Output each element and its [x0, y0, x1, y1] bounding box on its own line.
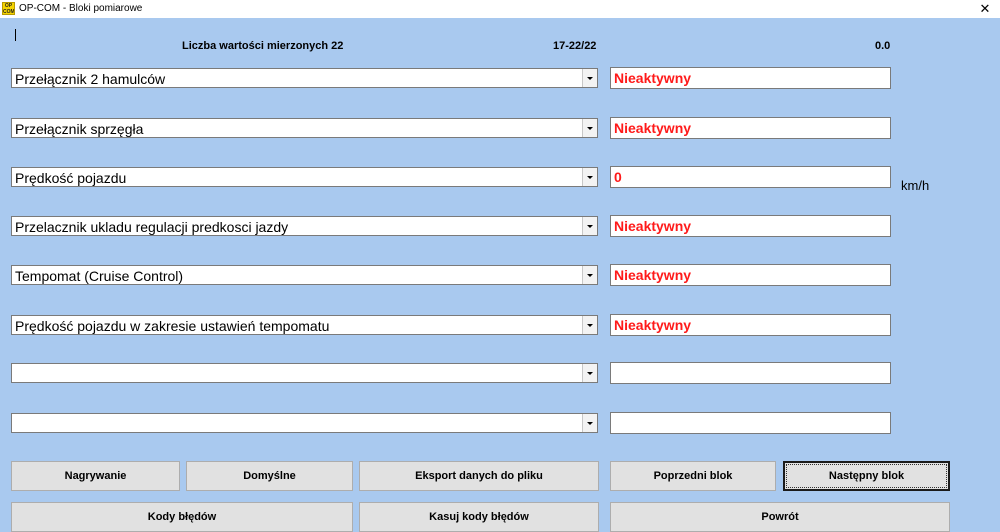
- chevron-down-icon[interactable]: [582, 414, 597, 432]
- value-text: Nieaktywny: [614, 120, 692, 136]
- parameter-select-4[interactable]: Przelacznik ukladu regulacji predkosci j…: [11, 216, 598, 236]
- value-field-5: Nieaktywny: [610, 264, 891, 286]
- chevron-down-icon[interactable]: [582, 168, 597, 186]
- value-field-4: Nieaktywny: [610, 215, 891, 237]
- export-button[interactable]: Eksport danych do pliku: [359, 461, 599, 491]
- error-codes-button[interactable]: Kody błędów: [11, 502, 353, 532]
- value-text: Nieaktywny: [614, 317, 692, 333]
- next-block-button[interactable]: Następny blok: [783, 461, 950, 491]
- unit-label: km/h: [901, 178, 930, 193]
- title-bar: OP COM OP-COM - Bloki pomiarowe ✕: [0, 0, 1000, 18]
- value-field-8: [610, 412, 891, 434]
- chevron-down-icon[interactable]: [582, 316, 597, 334]
- parameter-select-7[interactable]: [11, 363, 598, 383]
- parameter-label: Przelacznik ukladu regulacji predkosci j…: [15, 219, 289, 235]
- parameter-select-2[interactable]: Przełącznik sprzęgła: [11, 118, 598, 138]
- value-field-3: 0: [610, 166, 891, 188]
- prev-block-button[interactable]: Poprzedni blok: [610, 461, 776, 491]
- parameter-select-1[interactable]: Przełącznik 2 hamulców: [11, 68, 598, 88]
- value-text: Nieaktywny: [614, 70, 692, 86]
- chevron-down-icon[interactable]: [582, 217, 597, 235]
- app-logo-icon: OP COM: [2, 2, 15, 15]
- chevron-down-icon[interactable]: [582, 364, 597, 382]
- parameter-label: Prędkość pojazdu w zakresie ustawień tem…: [15, 318, 330, 334]
- chevron-down-icon[interactable]: [582, 119, 597, 137]
- window-title: OP-COM - Bloki pomiarowe: [19, 3, 143, 14]
- value-text: Nieaktywny: [614, 267, 692, 283]
- value-field-2: Nieaktywny: [610, 117, 891, 139]
- parameter-select-8[interactable]: [11, 413, 598, 433]
- time-value-label: 0.0: [875, 40, 891, 52]
- parameter-select-3[interactable]: Prędkość pojazdu: [11, 167, 598, 187]
- parameter-select-6[interactable]: Prędkość pojazdu w zakresie ustawień tem…: [11, 315, 598, 335]
- parameter-label: Przełącznik 2 hamulców: [15, 71, 166, 87]
- defaults-button[interactable]: Domyślne: [186, 461, 353, 491]
- text-cursor: [15, 29, 16, 41]
- chevron-down-icon[interactable]: [582, 266, 597, 284]
- measuring-blocks-panel: Liczba wartości mierzonych 22 17-22/22 0…: [0, 18, 1000, 532]
- parameter-label: Tempomat (Cruise Control): [15, 268, 184, 284]
- value-field-1: Nieaktywny: [610, 67, 891, 89]
- value-count-label: Liczba wartości mierzonych 22: [182, 40, 344, 52]
- block-range-label: 17-22/22: [553, 40, 597, 52]
- close-icon[interactable]: ✕: [970, 0, 1000, 18]
- parameter-label: Przełącznik sprzęgła: [15, 121, 144, 137]
- clear-codes-button[interactable]: Kasuj kody błędów: [359, 502, 599, 532]
- value-field-6: Nieaktywny: [610, 314, 891, 336]
- chevron-down-icon[interactable]: [582, 69, 597, 87]
- back-button[interactable]: Powrót: [610, 502, 950, 532]
- value-text: Nieaktywny: [614, 218, 692, 234]
- value-field-7: [610, 362, 891, 384]
- record-button[interactable]: Nagrywanie: [11, 461, 180, 491]
- parameter-select-5[interactable]: Tempomat (Cruise Control): [11, 265, 598, 285]
- parameter-label: Prędkość pojazdu: [15, 170, 127, 186]
- value-text: 0: [614, 169, 622, 185]
